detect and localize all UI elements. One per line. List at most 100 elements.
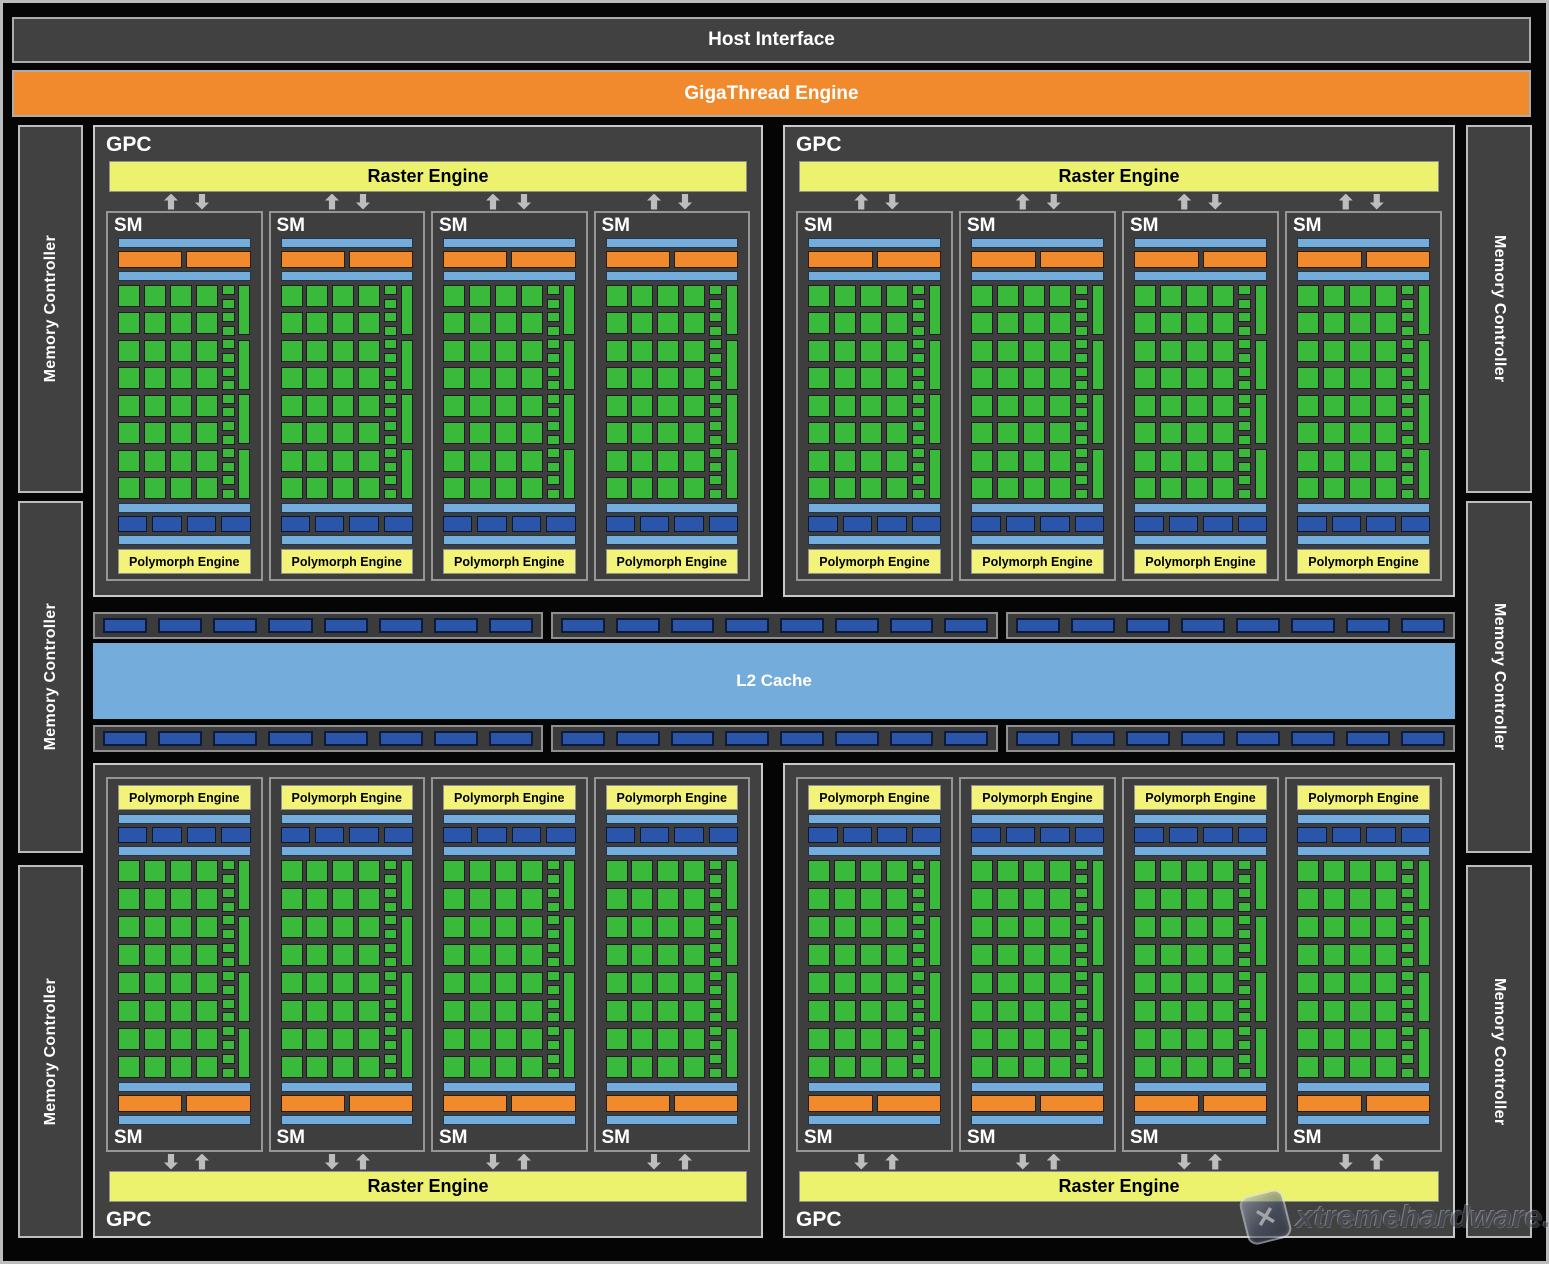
cache-bar (1134, 814, 1267, 824)
core-grid (605, 285, 739, 499)
ldst-unit (384, 1067, 398, 1078)
ldst-unit (912, 998, 925, 1009)
ldst-unit (546, 1012, 560, 1023)
cuda-core (1212, 449, 1234, 472)
cuda-core (1297, 1056, 1319, 1078)
cuda-core (1297, 1028, 1319, 1050)
sm-block: SM Polymorph Engine (106, 211, 263, 581)
cuda-core (520, 476, 543, 499)
up-arrow-icon (356, 1153, 370, 1170)
scheduler-bar (1134, 238, 1267, 248)
memory-controller-label: Memory Controller (1491, 603, 1508, 751)
cache-bar (443, 814, 576, 824)
cuda-core (683, 1056, 706, 1078)
cuda-core (332, 476, 355, 499)
raster-engine: Raster Engine (799, 1171, 1439, 1202)
cuda-core (1375, 339, 1397, 362)
gpc-top-right: GPC Raster Engine SM Polymorph Engine SM Poly… (783, 125, 1455, 597)
cuda-core (1049, 422, 1071, 445)
interconnect-bar (808, 846, 941, 856)
ldst-unit (1075, 420, 1088, 431)
core-column (683, 860, 706, 1078)
cuda-core (1375, 1000, 1397, 1022)
dispatch-unit (876, 1095, 941, 1112)
cuda-core (605, 367, 628, 390)
sm-block: Polymorph Engine SM (1122, 777, 1279, 1152)
down-arrow-icon (325, 1153, 339, 1170)
ldst-unit (1401, 380, 1414, 391)
cuda-core (886, 476, 908, 499)
dispatch-unit (1365, 251, 1430, 268)
cuda-core (1049, 339, 1071, 362)
texture-unit (971, 827, 1001, 843)
dispatch-row (808, 1095, 941, 1112)
cuda-core (971, 1028, 993, 1050)
cuda-core (631, 339, 654, 362)
cuda-core (605, 972, 628, 994)
cache-bar (280, 814, 413, 824)
cuda-core (808, 285, 830, 307)
texture-row (808, 516, 941, 532)
cuda-core (280, 449, 303, 472)
ldst-unit (1238, 970, 1251, 981)
ldst-unit (1401, 915, 1414, 926)
cuda-core (306, 1056, 329, 1078)
cuda-core (1375, 476, 1397, 499)
ldst-unit (546, 312, 560, 323)
cuda-core (997, 1000, 1019, 1022)
interconnect-bar (280, 846, 413, 856)
cuda-core (1297, 394, 1319, 417)
cuda-core (631, 312, 654, 335)
register-bar (1134, 271, 1267, 281)
cuda-core (1297, 860, 1319, 882)
cuda-core (808, 449, 830, 472)
ldst-unit (709, 984, 723, 995)
core-grid (808, 860, 941, 1078)
ldst-unit (1238, 860, 1251, 870)
cuda-core (886, 449, 908, 472)
texture-unit (349, 827, 379, 843)
raster-engine: Raster Engine (109, 161, 747, 192)
polymorph-engine: Polymorph Engine (118, 549, 251, 574)
cuda-core (169, 285, 192, 307)
sfu-unit (1418, 860, 1430, 910)
ldst-unit (1401, 352, 1414, 363)
cuda-core (306, 916, 329, 938)
ldst-unit (546, 407, 560, 418)
cuda-core (332, 339, 355, 362)
cuda-core (143, 422, 166, 445)
core-column (443, 860, 465, 1078)
up-arrow-icon (678, 1153, 692, 1170)
cuda-core (886, 422, 908, 445)
texture-row (280, 827, 413, 843)
sfu-unit (1092, 860, 1104, 910)
arrow-pair (106, 192, 267, 211)
ldst-unit (1238, 380, 1251, 391)
ldst-unit (221, 366, 235, 377)
ldst-unit (1401, 420, 1414, 431)
memory-partition-cell (561, 618, 605, 633)
down-arrow-icon (1338, 1153, 1353, 1170)
cuda-core (860, 476, 882, 499)
cuda-core (997, 1056, 1019, 1078)
cuda-core (886, 860, 908, 882)
cuda-core (280, 972, 303, 994)
cuda-core (332, 285, 355, 307)
ldst-unit (912, 873, 925, 884)
ldst-unit (709, 1026, 723, 1037)
cuda-core (468, 422, 491, 445)
cuda-core (631, 449, 654, 472)
cuda-core (1349, 312, 1371, 335)
cuda-core (971, 916, 993, 938)
cuda-core (332, 312, 355, 335)
core-column (169, 285, 192, 499)
cuda-core (997, 944, 1019, 966)
cuda-core (494, 367, 517, 390)
sm-block: Polymorph Engine SM (1285, 777, 1442, 1152)
cuda-core (1049, 476, 1071, 499)
core-column (1186, 285, 1208, 499)
core-column (195, 860, 218, 1078)
core-grid (280, 285, 414, 499)
l2-strip-row-top (93, 612, 1455, 639)
sm-block: Polymorph Engine SM (106, 777, 263, 1152)
